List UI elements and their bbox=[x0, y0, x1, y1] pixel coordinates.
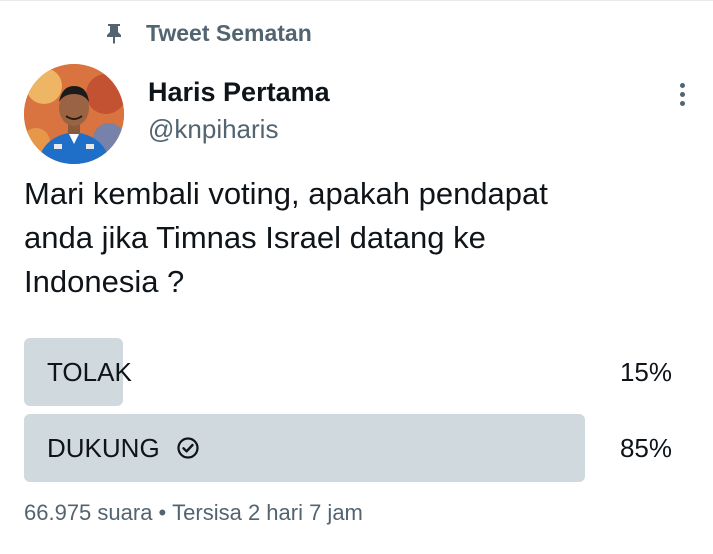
author-handle[interactable]: @knpiharis bbox=[148, 114, 278, 145]
poll-option-percent: 85% bbox=[619, 432, 672, 463]
tweet-text: Mari kembali voting, apakah pendapat and… bbox=[24, 176, 548, 299]
separator: • bbox=[158, 500, 167, 525]
poll-option-percent: 15% bbox=[619, 356, 672, 387]
more-icon bbox=[679, 82, 685, 88]
divider bbox=[0, 0, 713, 1]
author-name[interactable]: Haris Pertama bbox=[148, 77, 330, 108]
poll-option-label: TOLAK bbox=[47, 356, 132, 387]
pinned-label: Tweet Sematan bbox=[146, 19, 312, 46]
more-options-button[interactable] bbox=[668, 78, 696, 110]
poll-option[interactable]: TOLAK 15% bbox=[24, 338, 684, 406]
poll-option-label: DUKUNG bbox=[47, 432, 160, 463]
poll-meta: 66.975 suara • Tersisa 2 hari 7 jam bbox=[24, 500, 363, 526]
avatar[interactable] bbox=[24, 64, 124, 164]
poll-time-remaining: Tersisa 2 hari 7 jam bbox=[172, 500, 363, 525]
check-circle-icon bbox=[176, 436, 200, 460]
poll-vote-count: 66.975 suara bbox=[24, 500, 153, 525]
pin-icon bbox=[104, 21, 124, 45]
pinned-indicator: Tweet Sematan bbox=[104, 18, 312, 48]
poll-option[interactable]: DUKUNG 85% bbox=[24, 414, 684, 482]
pinned-tweet[interactable]: Tweet Sematan Haris Pertama @knpiharis M… bbox=[0, 0, 713, 554]
